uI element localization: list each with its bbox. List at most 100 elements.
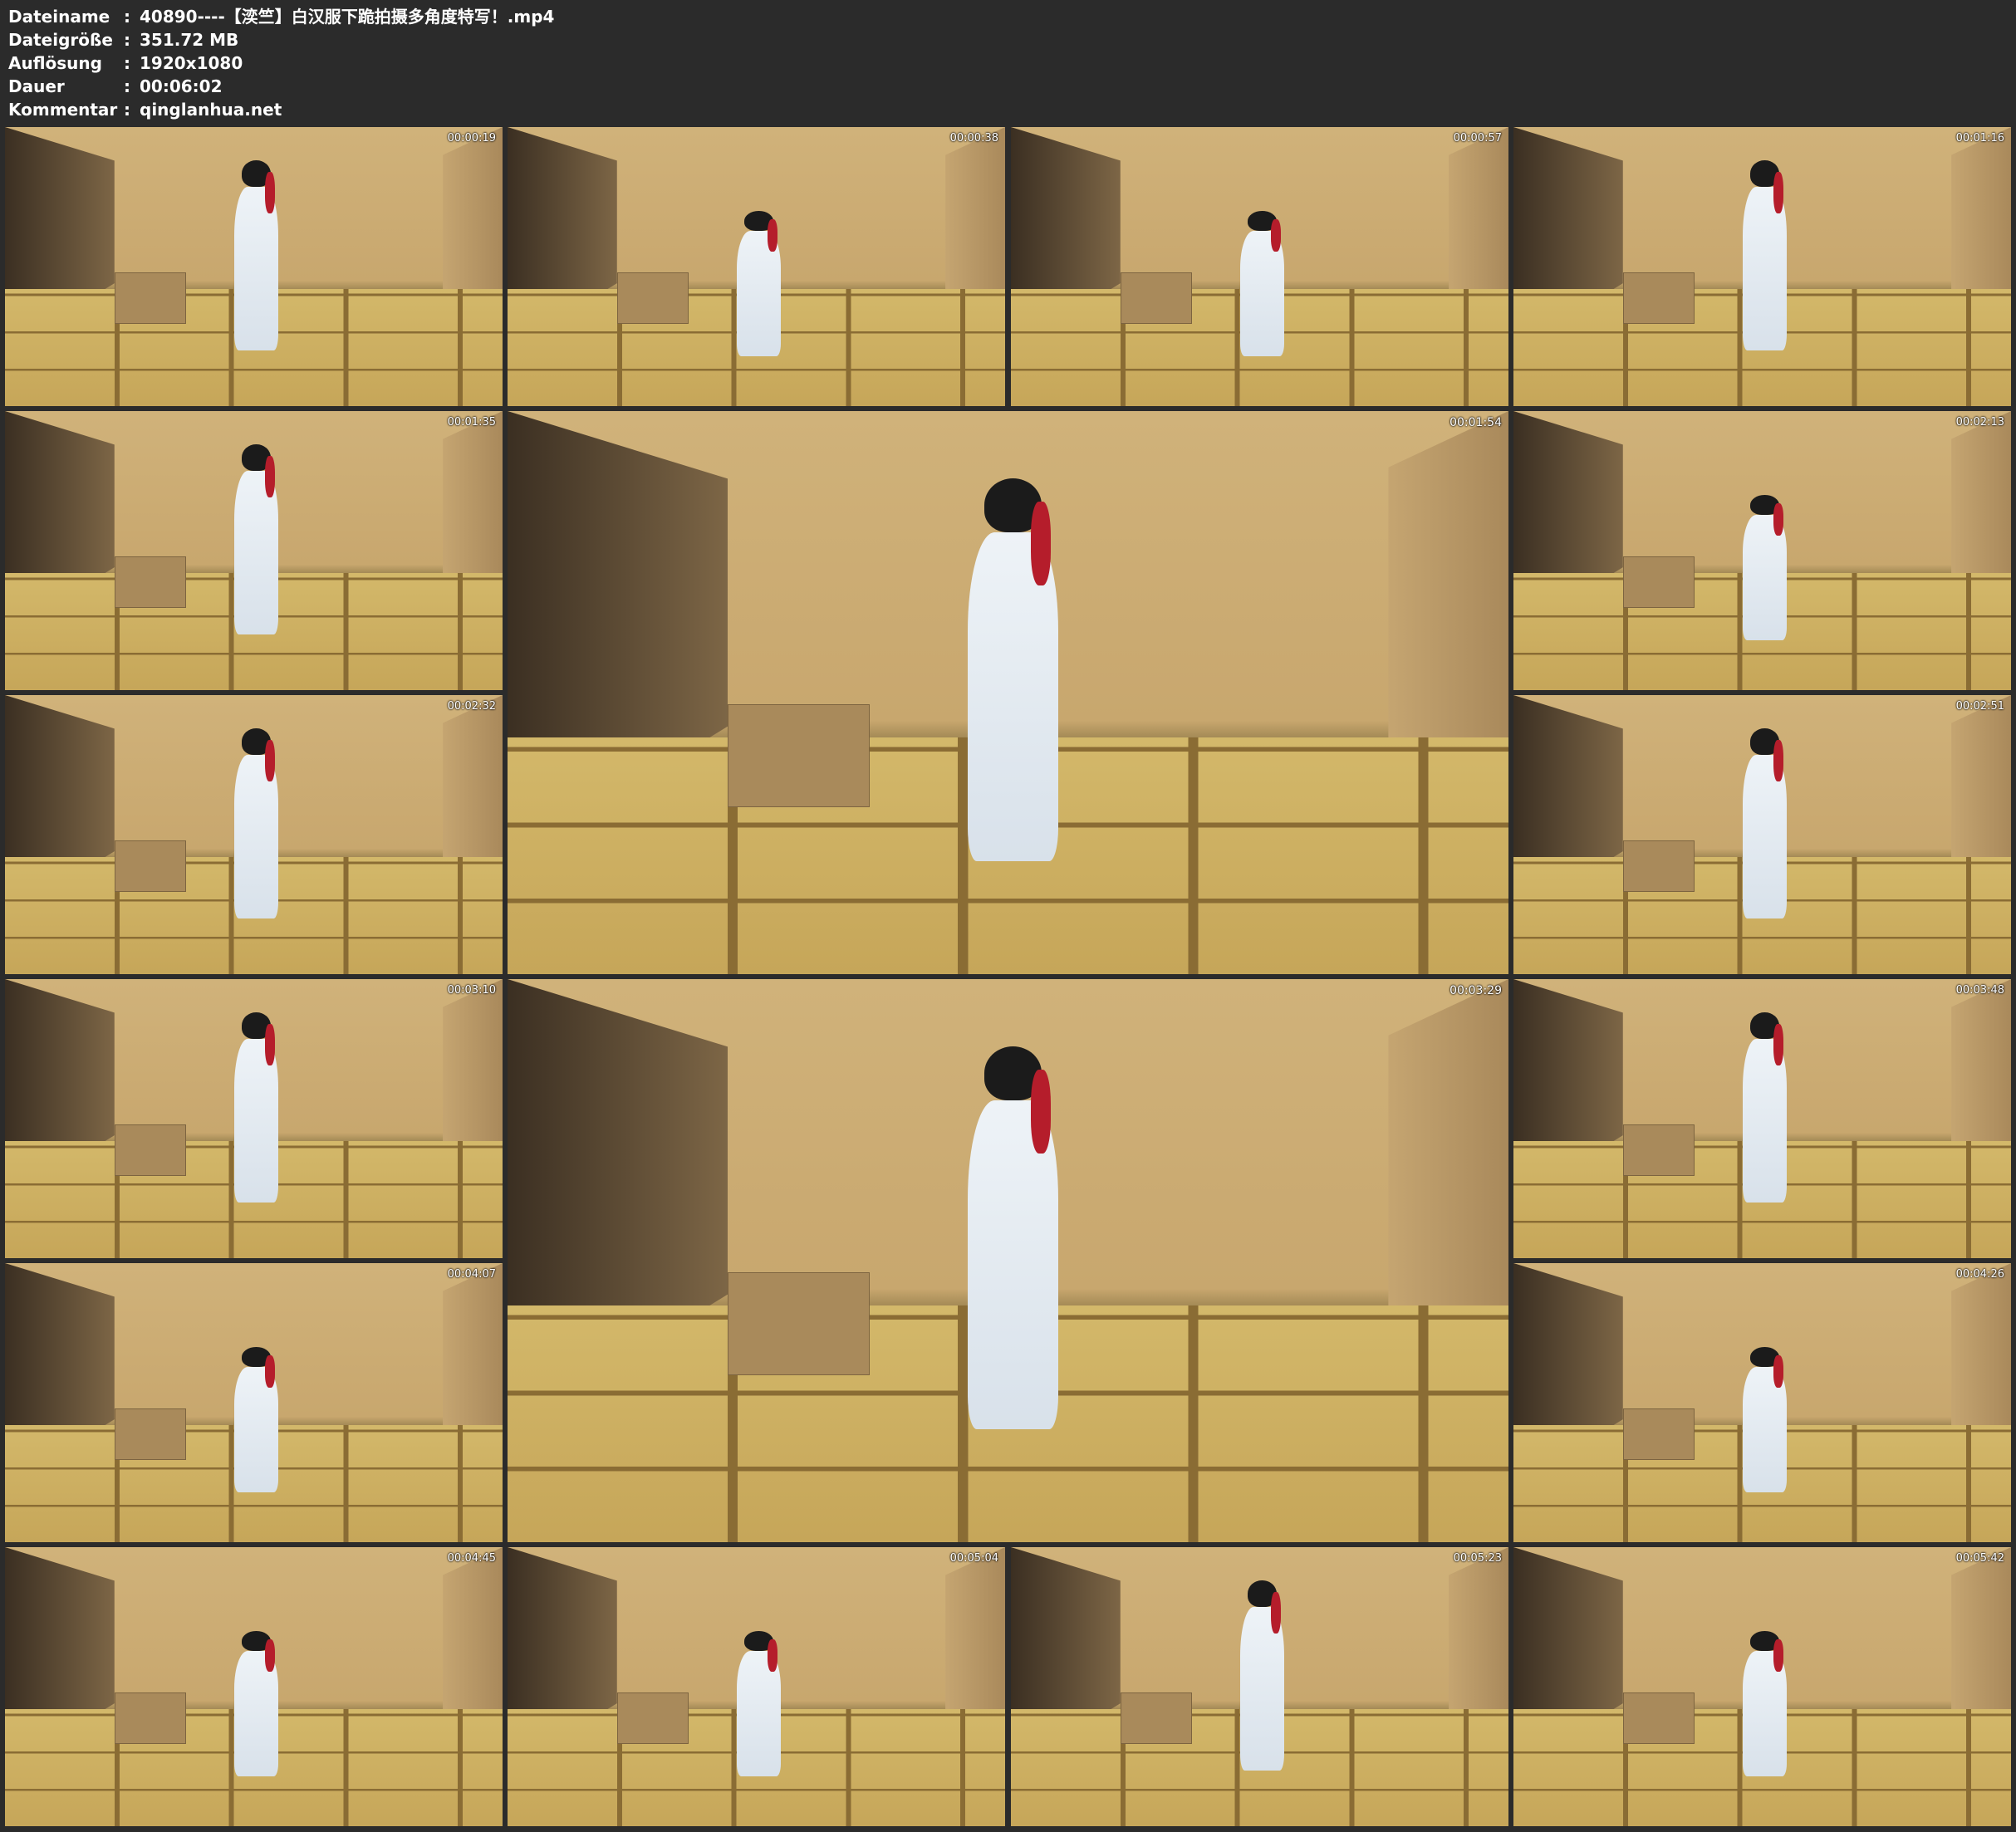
video-thumbnail[interactable]: 00:05:23 — [1011, 1547, 1508, 1826]
cardboard-box — [728, 1271, 870, 1375]
thumbnail-timestamp: 00:05:42 — [1955, 1552, 2004, 1565]
video-thumbnail[interactable]: 00:01:16 — [1513, 127, 2011, 406]
thumbnail-timestamp: 00:04:45 — [447, 1552, 496, 1565]
figure-hair — [265, 1639, 276, 1672]
room-scene — [5, 1263, 503, 1542]
video-thumbnail[interactable]: 00:01:54 — [508, 411, 1508, 974]
figure-hair — [265, 172, 276, 214]
video-thumbnail[interactable]: 00:04:07 — [5, 1263, 503, 1542]
cardboard-box — [114, 556, 186, 609]
room-scene — [508, 127, 1005, 406]
meta-value-resolution: 1920x1080 — [140, 53, 243, 73]
meta-colon: : — [124, 7, 130, 27]
room-scene — [5, 411, 503, 690]
room-scene — [5, 1547, 503, 1826]
figure-hair — [1773, 172, 1784, 214]
video-thumbnail[interactable]: 00:03:29 — [508, 979, 1508, 1542]
cardboard-box — [728, 703, 870, 807]
meta-label: Kommentar — [8, 100, 118, 120]
meta-label: Dauer — [8, 76, 65, 96]
person-figure — [736, 210, 782, 356]
person-figure — [233, 444, 279, 634]
figure-hair — [1773, 503, 1784, 536]
video-thumbnail[interactable]: 00:03:10 — [5, 979, 503, 1258]
thumbnail-timestamp: 00:03:10 — [447, 984, 496, 997]
video-thumbnail[interactable]: 00:03:48 — [1513, 979, 2011, 1258]
cardboard-box — [1622, 1692, 1695, 1745]
thumbnail-timestamp: 00:00:19 — [447, 132, 496, 145]
video-thumbnail[interactable]: 00:04:26 — [1513, 1263, 2011, 1542]
meta-label: Dateigröße — [8, 30, 113, 50]
thumbnail-timestamp: 00:04:07 — [447, 1268, 496, 1281]
figure-hair — [265, 456, 276, 498]
room-scene — [1513, 695, 2011, 974]
meta-label: Dateiname — [8, 7, 110, 27]
figure-hair — [1773, 1024, 1784, 1066]
figure-hair — [1271, 1592, 1282, 1634]
person-figure — [1742, 494, 1788, 640]
room-scene — [508, 979, 1508, 1542]
person-figure — [1742, 728, 1788, 918]
thumbnail-timestamp: 00:05:04 — [949, 1552, 998, 1565]
thumbnail-timestamp: 00:03:48 — [1955, 984, 2004, 997]
thumbnail-timestamp: 00:05:23 — [1453, 1552, 1502, 1565]
video-thumbnail[interactable]: 00:00:38 — [508, 127, 1005, 406]
meta-row-duration: Dauer : 00:06:02 — [8, 75, 2002, 98]
video-thumbnail[interactable]: 00:05:04 — [508, 1547, 1005, 1826]
thumbnail-timestamp: 00:00:38 — [949, 132, 998, 145]
room-scene — [1011, 1547, 1508, 1826]
room-scene — [5, 695, 503, 974]
cardboard-box — [1120, 1692, 1192, 1745]
file-info-header: Dateiname : 40890----【湙竺】白汉服下跪拍摄多角度特写！.m… — [8, 5, 2002, 121]
thumbnail-timestamp: 00:02:51 — [1955, 700, 2004, 713]
thumbnail-timestamp: 00:01:54 — [1449, 416, 1502, 429]
meta-value-duration: 00:06:02 — [140, 76, 223, 96]
room-scene — [5, 127, 503, 406]
video-thumbnail[interactable]: 00:01:35 — [5, 411, 503, 690]
figure-hair — [1271, 219, 1282, 252]
video-thumbnail[interactable]: 00:04:45 — [5, 1547, 503, 1826]
meta-colon: : — [124, 100, 130, 120]
video-thumbnail[interactable]: 00:00:19 — [5, 127, 503, 406]
person-figure — [1239, 1580, 1285, 1771]
video-thumbnail[interactable]: 00:05:42 — [1513, 1547, 2011, 1826]
person-figure — [1742, 1012, 1788, 1203]
meta-row-filename: Dateiname : 40890----【湙竺】白汉服下跪拍摄多角度特写！.m… — [8, 5, 2002, 28]
video-thumbnail[interactable]: 00:00:57 — [1011, 127, 1508, 406]
meta-row-resolution: Auflösung : 1920x1080 — [8, 51, 2002, 75]
cardboard-box — [1622, 840, 1695, 893]
figure-hair — [265, 740, 276, 782]
thumbnail-timestamp: 00:01:16 — [1955, 132, 2004, 145]
room-scene — [1513, 1263, 2011, 1542]
person-figure — [1742, 1346, 1788, 1492]
figure-hair — [768, 1639, 778, 1672]
thumbnail-timestamp: 00:04:26 — [1955, 1268, 2004, 1281]
meta-row-comment: Kommentar : qinglanhua.net — [8, 98, 2002, 121]
cardboard-box — [114, 1692, 186, 1745]
cardboard-box — [114, 1408, 186, 1461]
person-figure — [1239, 210, 1285, 356]
meta-colon: : — [124, 76, 130, 96]
video-thumbnail[interactable]: 00:02:32 — [5, 695, 503, 974]
figure-hair — [265, 1355, 276, 1388]
video-thumbnail[interactable]: 00:02:51 — [1513, 695, 2011, 974]
video-thumbnail[interactable]: 00:02:13 — [1513, 411, 2011, 690]
room-scene — [1513, 1547, 2011, 1826]
cardboard-box — [1622, 1124, 1695, 1177]
figure-hair — [768, 219, 778, 252]
figure-hair — [1031, 502, 1052, 586]
figure-hair — [1773, 1639, 1784, 1672]
room-scene — [1513, 127, 2011, 406]
person-figure — [968, 1046, 1058, 1430]
cardboard-box — [616, 272, 689, 325]
meta-row-filesize: Dateigröße : 351.72 MB — [8, 28, 2002, 51]
cardboard-box — [1120, 272, 1192, 325]
person-figure — [1742, 160, 1788, 350]
room-scene — [1513, 979, 2011, 1258]
cardboard-box — [114, 272, 186, 325]
cardboard-box — [114, 1124, 186, 1177]
person-figure — [233, 728, 279, 918]
meta-value-comment: qinglanhua.net — [140, 100, 282, 120]
person-figure — [233, 160, 279, 350]
person-figure — [1742, 1630, 1788, 1776]
